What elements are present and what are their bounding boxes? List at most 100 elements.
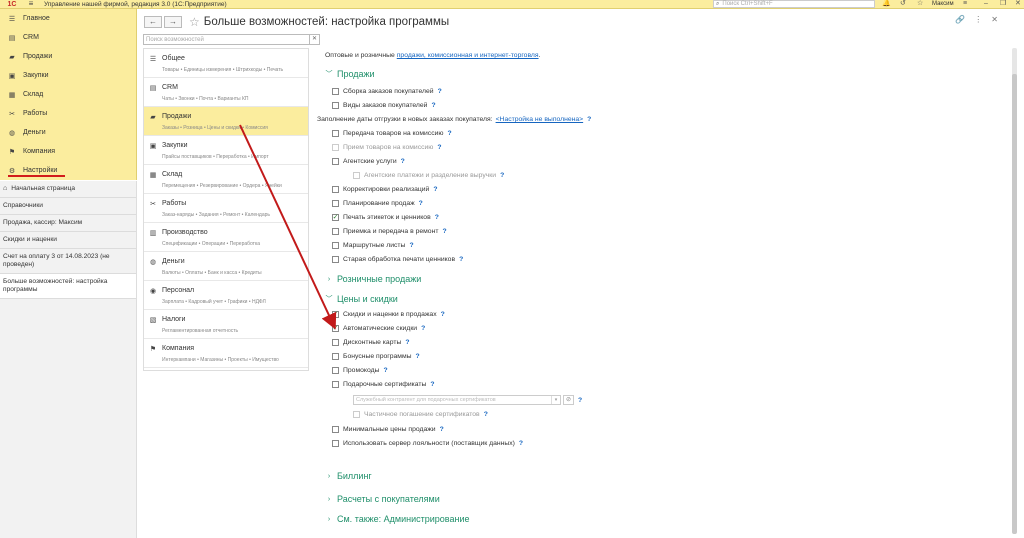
option-row[interactable]: Планирование продаж? [332, 200, 423, 207]
option-row[interactable]: Корректировки реализаций? [332, 186, 438, 193]
checkbox[interactable] [332, 186, 339, 193]
star-icon[interactable]: ☆ [917, 0, 923, 8]
option-row[interactable]: Передача товаров на комиссию? [332, 130, 452, 137]
section-sales[interactable]: ▰ Продажи [0, 47, 136, 66]
intro-link[interactable]: продажи, комиссионная и интернет-торговл… [397, 52, 539, 59]
group-retail[interactable]: › Розничные продажи [325, 274, 421, 284]
help-icon[interactable]: ? [419, 200, 423, 207]
checkbox-checked[interactable]: ✓ [332, 311, 339, 318]
option-row[interactable]: Подарочные сертификаты? [332, 381, 435, 388]
option-row[interactable]: ✓ Автоматические скидки? [332, 325, 425, 332]
checkbox[interactable] [332, 339, 339, 346]
open-window-item[interactable]: Счет на оплату 3 от 14.08.2023 (не прове… [0, 249, 136, 274]
scrollbar-thumb[interactable] [1012, 74, 1017, 534]
feature-search-input[interactable]: Поиск возможностей ✕ [143, 34, 320, 45]
help-icon[interactable]: ? [430, 381, 434, 388]
section-works[interactable]: ✂ Работы [0, 104, 136, 123]
option-row[interactable]: Маршрутные листы? [332, 242, 414, 249]
group-sales[interactable]: ﹀ Продажи [325, 69, 375, 79]
checkbox[interactable] [332, 130, 339, 137]
feature-nav-company[interactable]: ⚑ Компания Интеркампани • Магазины • Проек… [144, 339, 308, 368]
help-icon[interactable]: ? [416, 353, 420, 360]
help-icon[interactable]: ? [433, 186, 437, 193]
help-icon[interactable]: ? [484, 411, 488, 418]
option-row[interactable]: ✓ Скидки и наценки в продажах? [332, 311, 445, 318]
option-row[interactable]: Агентские услуги? [332, 158, 405, 165]
feature-nav-warehouse[interactable]: ▦ Склад Перемещения • Резервирование • Орд… [144, 165, 308, 194]
group-billing[interactable]: › Биллинг [325, 471, 372, 481]
help-icon[interactable]: ? [442, 228, 446, 235]
close-icon[interactable]: ✕ [1015, 0, 1021, 8]
feature-nav-money[interactable]: ◍ Деньги Валюты • Оплаты • Банк и касса • … [144, 252, 308, 281]
clear-icon[interactable]: ✕ [309, 35, 319, 44]
help-icon[interactable]: ? [441, 311, 445, 318]
help-icon[interactable]: ? [587, 116, 591, 123]
settings-icon[interactable]: ≡ [963, 0, 967, 8]
help-icon[interactable]: ? [438, 88, 442, 95]
help-icon[interactable]: ? [437, 144, 441, 151]
chevron-down-icon[interactable]: ▾ [551, 396, 560, 404]
checkbox-checked[interactable]: ✓ [332, 325, 339, 332]
checkbox[interactable] [332, 88, 339, 95]
checkbox[interactable] [332, 228, 339, 235]
help-icon[interactable]: ? [401, 158, 405, 165]
checkbox[interactable] [332, 158, 339, 165]
checkbox[interactable] [332, 381, 339, 388]
global-search-input[interactable]: ⌕ Поиск Ctrl+Shift+F [713, 0, 875, 8]
feature-nav-works[interactable]: ✂ Работы Заказ-наряды • Задания • Ремонт •… [144, 194, 308, 223]
checkbox[interactable] [332, 200, 339, 207]
back-button[interactable]: ← [144, 15, 162, 28]
history-icon[interactable]: ↺ [900, 0, 906, 8]
checkbox-checked[interactable]: ✓ [332, 214, 339, 221]
option-row[interactable]: Дисконтные карты? [332, 339, 410, 346]
option-row[interactable]: Использовать сервер лояльности (поставщи… [332, 440, 523, 447]
option-row[interactable]: Виды заказов покупателей? [332, 102, 436, 109]
help-icon[interactable]: ? [519, 440, 523, 447]
help-icon[interactable]: ? [440, 426, 444, 433]
link-icon[interactable]: 🔗 [955, 15, 965, 24]
section-money[interactable]: ◍ Деньги [0, 123, 136, 142]
minimize-icon[interactable]: – [984, 0, 988, 8]
restore-icon[interactable]: ❐ [1000, 0, 1006, 8]
help-icon[interactable]: ? [383, 367, 387, 374]
scrollbar[interactable] [1012, 48, 1017, 534]
feature-nav-sales[interactable]: ▰ Продажи Заказы • Розница • Цены и скидки… [144, 107, 308, 136]
favorite-star-icon[interactable]: ☆ [189, 15, 200, 29]
forward-button[interactable]: → [164, 15, 182, 28]
bell-icon[interactable]: 🔔 [882, 0, 891, 8]
checkbox[interactable] [332, 440, 339, 447]
feature-nav-crm[interactable]: ▤ CRM Чаты • Звонки • Почта • Варианты КП [144, 78, 308, 107]
option-row[interactable]: ✓ Печать этикеток и ценников? [332, 214, 439, 221]
help-icon[interactable]: ? [578, 397, 582, 404]
open-window-home[interactable]: ⌂ Начальная страница [0, 181, 136, 198]
feature-nav-taxes[interactable]: ▧ Налоги Регламентированная отчетность [144, 310, 308, 339]
open-window-item[interactable]: Продажа, кассир: Максим [0, 215, 136, 232]
option-row[interactable]: Старая обработка печати ценников? [332, 256, 463, 263]
fill-dates-link[interactable]: <Настройка не выполнена> [496, 116, 584, 123]
option-row[interactable]: Минимальные цены продажи? [332, 426, 444, 433]
open-window-item-active[interactable]: Больше возможностей: настройка программы [0, 274, 136, 299]
help-icon[interactable]: ? [431, 102, 435, 109]
user-name[interactable]: Максим [932, 0, 954, 8]
section-company[interactable]: ⚑ Компания [0, 142, 136, 161]
option-row[interactable]: Сборка заказов покупателей? [332, 88, 442, 95]
open-window-item[interactable]: Скидки и наценки [0, 232, 136, 249]
option-row[interactable]: Бонусные программы? [332, 353, 420, 360]
feature-nav-general[interactable]: ☰ Общее Товары • Единицы измерения • Штрих… [144, 49, 308, 78]
help-icon[interactable]: ? [448, 130, 452, 137]
checkbox[interactable] [332, 367, 339, 374]
group-settlements[interactable]: › Расчеты с покупателями [325, 494, 440, 504]
more-icon[interactable]: ⋮ [974, 15, 982, 24]
help-icon[interactable]: ? [405, 339, 409, 346]
checkbox[interactable] [332, 256, 339, 263]
checkbox[interactable] [332, 426, 339, 433]
section-warehouse[interactable]: ▦ Склад [0, 85, 136, 104]
checkbox[interactable] [332, 353, 339, 360]
section-settings[interactable]: ⚙ Настройки [0, 161, 136, 180]
section-purchases[interactable]: ▣ Закупки [0, 66, 136, 85]
feature-nav-production[interactable]: ▥ Производство Спецификации • Операции • П… [144, 223, 308, 252]
option-row[interactable]: Промокоды? [332, 367, 388, 374]
feature-nav-personnel[interactable]: ◉ Персонал Зарплата • Кадровый учет • Граф… [144, 281, 308, 310]
checkbox[interactable] [332, 242, 339, 249]
gift-contractor-field[interactable]: Служебный контрагент для подарочных серт… [353, 395, 561, 405]
